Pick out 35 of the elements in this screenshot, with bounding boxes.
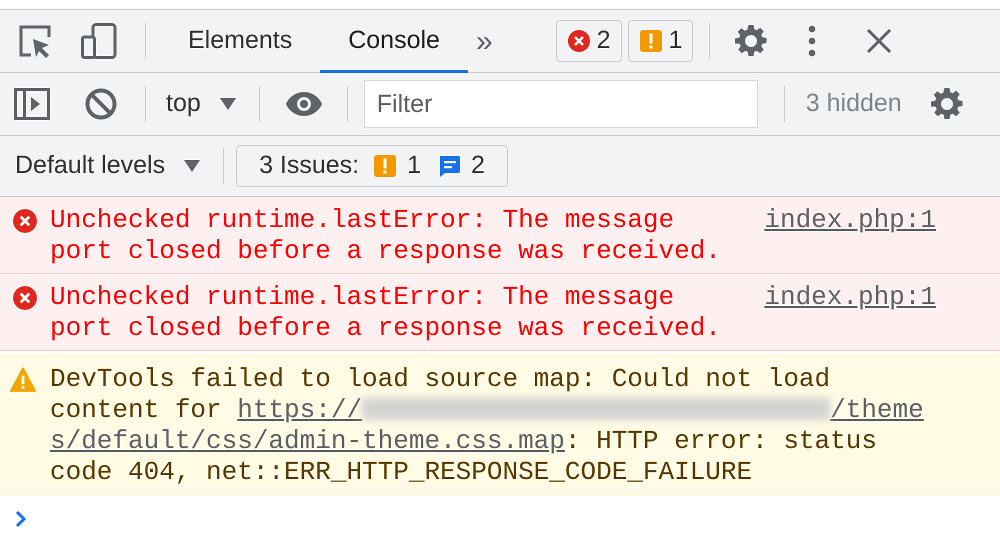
warning-message-text: DevTools failed to load source map: Could not load content for https:// /theme s/default/css/admin-theme.css.map: HTTP error: status code 404, net::ERR_HTTP_RESPONSE_CODE_FAILURE [50, 364, 925, 488]
more-options-icon[interactable] [808, 25, 816, 57]
caret-icon [218, 97, 237, 111]
device-icon[interactable] [81, 23, 117, 59]
prompt-chevron-icon [14, 510, 28, 528]
source-map-link[interactable]: s/default/css/admin-theme.css.map [50, 426, 565, 456]
clear-console-icon[interactable] [85, 88, 117, 120]
error-icon [566, 29, 591, 53]
more-tabs-button[interactable]: » [468, 10, 501, 72]
tab[interactable]: Elements [160, 10, 320, 72]
inspect-icon[interactable] [17, 23, 53, 59]
close-icon[interactable] [866, 28, 892, 54]
warning-icon [10, 367, 36, 393]
issues-button[interactable]: 3 Issues: 1 2 [236, 145, 508, 187]
settings-icon[interactable] [734, 24, 768, 58]
console-settings-icon[interactable] [930, 87, 964, 121]
warning-count-button[interactable]: 1 [628, 20, 694, 62]
caret-icon [183, 159, 202, 173]
error-icon [12, 285, 38, 311]
filter-field[interactable]: Filter [364, 80, 758, 128]
error-icon [12, 208, 38, 234]
source-link[interactable]: index.php:1 [764, 282, 936, 313]
log-levels-dropdown[interactable]: Default levels [15, 147, 202, 185]
error-message-text: Unchecked runtime.lastError: The message port closed before a response was received. [50, 282, 722, 344]
error-count-button[interactable]: 2 [556, 20, 622, 62]
context-dropdown[interactable]: top [166, 85, 237, 123]
source-link[interactable]: index.php:1 [764, 205, 936, 236]
source-map-link[interactable]: https:// /theme [237, 395, 924, 425]
hidden-count-text: 3 hidden [806, 88, 902, 120]
warning-icon [638, 29, 663, 53]
error-message-text: Unchecked runtime.lastError: The message port closed before a response was received. [50, 205, 722, 267]
eye-icon[interactable] [284, 91, 323, 117]
info-message-icon [437, 154, 462, 178]
sidebar-toggle-icon[interactable] [14, 88, 50, 120]
warning-icon [373, 154, 398, 178]
